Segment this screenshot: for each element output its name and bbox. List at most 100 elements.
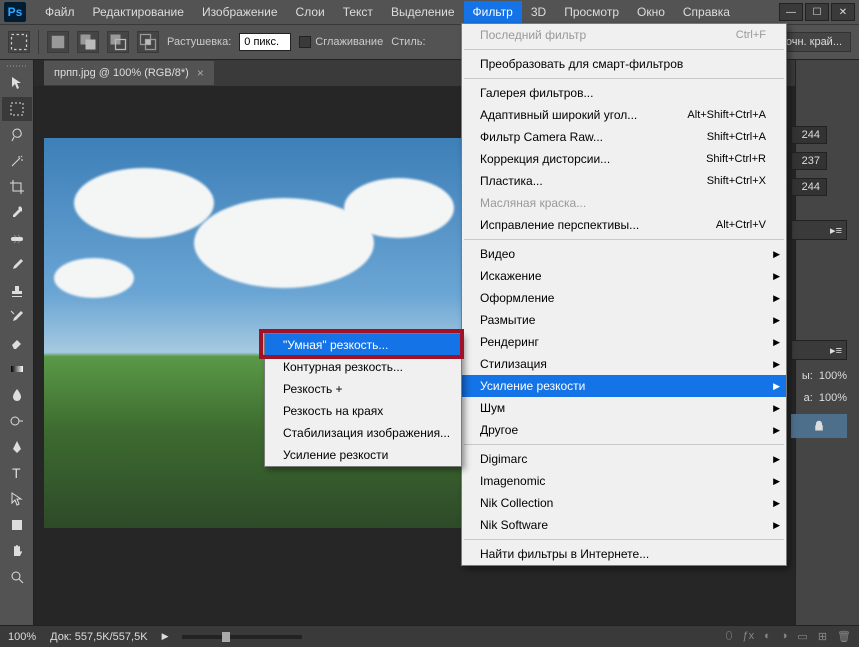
menu-3d[interactable]: 3D — [522, 1, 555, 23]
menu-plugin-digimarc[interactable]: Digimarc▶ — [462, 448, 786, 470]
menu-group-blur[interactable]: Размытие▶ — [462, 309, 786, 331]
move-tool-icon[interactable] — [2, 71, 32, 95]
magic-wand-tool-icon[interactable] — [2, 149, 32, 173]
menu-group-sharpen[interactable]: Усиление резкости▶ — [462, 375, 786, 397]
panel-collapsed-1[interactable]: ▸≡ — [791, 220, 847, 240]
opacity2-value[interactable]: 100% — [819, 392, 847, 404]
new-layer-icon[interactable]: ⊞ — [818, 630, 827, 643]
pen-tool-icon[interactable] — [2, 435, 32, 459]
marquee-tool-icon[interactable] — [2, 97, 32, 121]
titlebar: Ps Файл Редактирование Изображение Слои … — [0, 0, 859, 24]
menu-edit[interactable]: Редактирование — [84, 1, 193, 23]
menu-window[interactable]: Окно — [628, 1, 674, 23]
submenu-sharpen[interactable]: Усиление резкости — [265, 444, 461, 466]
submenu-shake-reduction[interactable]: Стабилизация изображения... — [265, 422, 461, 444]
menu-group-render[interactable]: Рендеринг▶ — [462, 331, 786, 353]
link-icon[interactable]: ⬯ — [726, 630, 733, 643]
color-value-3[interactable]: 244 — [791, 178, 827, 196]
menu-camera-raw[interactable]: Фильтр Camera Raw...Shift+Ctrl+A — [462, 126, 786, 148]
status-slider[interactable] — [182, 635, 302, 639]
color-value-2[interactable]: 237 — [791, 152, 827, 170]
eraser-tool-icon[interactable] — [2, 331, 32, 355]
app-logo: Ps — [4, 2, 26, 22]
minimize-button[interactable]: — — [779, 3, 803, 21]
group-icon[interactable]: ▭ — [797, 630, 807, 643]
selection-intersect-icon[interactable] — [137, 31, 159, 53]
menu-lens-correction[interactable]: Коррекция дисторсии...Shift+Ctrl+R — [462, 148, 786, 170]
gradient-tool-icon[interactable] — [2, 357, 32, 381]
eyedropper-tool-icon[interactable] — [2, 201, 32, 225]
menu-group-other[interactable]: Другое▶ — [462, 419, 786, 441]
stamp-tool-icon[interactable] — [2, 279, 32, 303]
zoom-tool-icon[interactable] — [2, 565, 32, 589]
shape-tool-icon[interactable] — [2, 513, 32, 537]
feather-input[interactable] — [239, 33, 291, 51]
menu-group-pixelate[interactable]: Оформление▶ — [462, 287, 786, 309]
selection-new-icon[interactable] — [47, 31, 69, 53]
type-tool-icon[interactable]: T — [2, 461, 32, 485]
menu-plugin-nik-collection[interactable]: Nik Collection▶ — [462, 492, 786, 514]
submenu-smart-sharpen[interactable]: "Умная" резкость... — [265, 334, 461, 356]
history-brush-tool-icon[interactable] — [2, 305, 32, 329]
menu-liquify[interactable]: Пластика...Shift+Ctrl+X — [462, 170, 786, 192]
menu-layers[interactable]: Слои — [287, 1, 334, 23]
menu-group-noise[interactable]: Шум▶ — [462, 397, 786, 419]
close-button[interactable]: ✕ — [831, 3, 855, 21]
path-selection-tool-icon[interactable] — [2, 487, 32, 511]
menu-image[interactable]: Изображение — [193, 1, 287, 23]
adjustment-icon[interactable]: ◑ — [781, 630, 788, 643]
hand-tool-icon[interactable] — [2, 539, 32, 563]
menu-text[interactable]: Текст — [334, 1, 382, 23]
antialias-check[interactable]: Сглаживание — [299, 36, 383, 48]
window-controls: — ☐ ✕ — [779, 3, 855, 21]
menu-vanishing-point[interactable]: Исправление перспективы...Alt+Ctrl+V — [462, 214, 786, 236]
menu-oil-paint[interactable]: Масляная краска... — [462, 192, 786, 214]
menu-plugin-nik-software[interactable]: Nik Software▶ — [462, 514, 786, 536]
maximize-button[interactable]: ☐ — [805, 3, 829, 21]
submenu-sharpen-edges[interactable]: Резкость на краях — [265, 400, 461, 422]
style-label: Стиль: — [391, 36, 425, 48]
menu-view[interactable]: Просмотр — [555, 1, 628, 23]
mask-icon[interactable]: ◐ — [764, 630, 771, 643]
submenu-sharpen-more[interactable]: Резкость + — [265, 378, 461, 400]
menu-browse-filters[interactable]: Найти фильтры в Интернете... — [462, 543, 786, 565]
selection-subtract-icon[interactable] — [107, 31, 129, 53]
color-value-1[interactable]: 244 — [791, 126, 827, 144]
toolbox: T — [0, 60, 34, 625]
fx-icon[interactable]: ƒx — [742, 630, 754, 643]
toolbox-grip[interactable] — [0, 62, 33, 70]
menu-adaptive-wide[interactable]: Адаптивный широкий угол...Alt+Shift+Ctrl… — [462, 104, 786, 126]
document-tab-title: прпп.jpg @ 100% (RGB/8*) — [54, 67, 189, 79]
panel-collapsed-2[interactable]: ▸≡ — [791, 340, 847, 360]
opacity1-value[interactable]: 100% — [819, 370, 847, 382]
menu-file[interactable]: Файл — [36, 1, 84, 23]
menu-filter-gallery[interactable]: Галерея фильтров... — [462, 82, 786, 104]
status-icons: ⬯ ƒx ◐ ◑ ▭ ⊞ 🗑 — [726, 630, 851, 643]
document-tab[interactable]: прпп.jpg @ 100% (RGB/8*) × — [44, 61, 214, 85]
menu-group-stylize[interactable]: Стилизация▶ — [462, 353, 786, 375]
menu-select[interactable]: Выделение — [382, 1, 464, 23]
menu-help[interactable]: Справка — [674, 1, 739, 23]
lock-icon — [813, 420, 825, 432]
zoom-level[interactable]: 100% — [8, 631, 36, 643]
tab-close-icon[interactable]: × — [197, 66, 204, 80]
marquee-tool-preset-icon[interactable] — [8, 31, 30, 53]
dodge-tool-icon[interactable] — [2, 409, 32, 433]
selection-add-icon[interactable] — [77, 31, 99, 53]
filter-dropdown: Последний фильтрCtrl+F Преобразовать для… — [461, 23, 787, 566]
menu-smart-convert[interactable]: Преобразовать для смарт-фильтров — [462, 53, 786, 75]
brush-tool-icon[interactable] — [2, 253, 32, 277]
layer-lock-row[interactable] — [791, 414, 847, 438]
healing-brush-tool-icon[interactable] — [2, 227, 32, 251]
menu-group-video[interactable]: Видео▶ — [462, 243, 786, 265]
menu-plugin-imagenomic[interactable]: Imagenomic▶ — [462, 470, 786, 492]
trash-icon[interactable]: 🗑 — [837, 630, 851, 643]
blur-tool-icon[interactable] — [2, 383, 32, 407]
menu-filter[interactable]: Фильтр — [464, 1, 522, 23]
menu-group-distort[interactable]: Искажение▶ — [462, 265, 786, 287]
lasso-tool-icon[interactable] — [2, 123, 32, 147]
svg-text:T: T — [12, 465, 21, 481]
submenu-unsharp-mask[interactable]: Контурная резкость... — [265, 356, 461, 378]
crop-tool-icon[interactable] — [2, 175, 32, 199]
menu-last-filter[interactable]: Последний фильтрCtrl+F — [462, 24, 786, 46]
